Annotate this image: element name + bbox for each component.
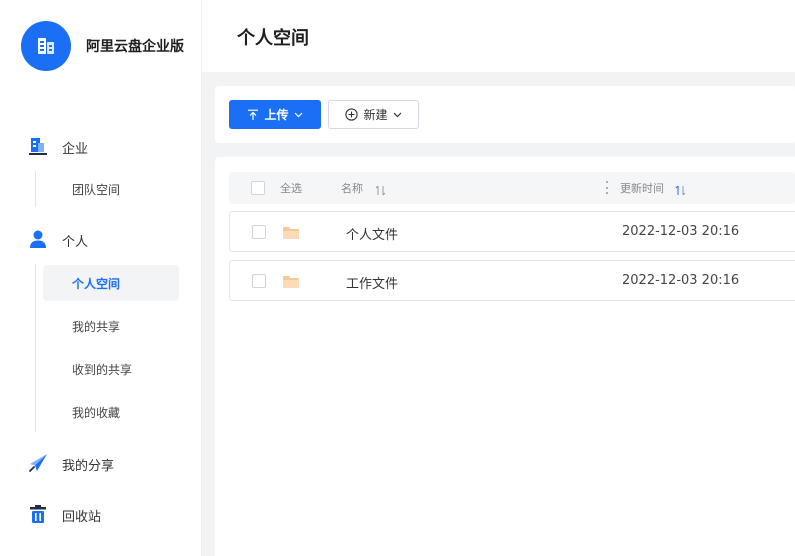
nav-group-my-share[interactable]: 我的分享 — [0, 448, 202, 478]
sidebar-item-label: 个人空间 — [72, 277, 121, 291]
brand[interactable]: 阿里云盘企业版 — [21, 21, 184, 71]
nav-group-personal[interactable]: 个人 — [0, 224, 202, 254]
plus-circle-icon — [345, 108, 359, 121]
sort-icon[interactable] — [375, 181, 386, 200]
sidebar-item-received-shares[interactable]: 收到的共享 — [43, 351, 179, 387]
sidebar-item-label: 团队空间 — [72, 183, 121, 197]
file-modified-time: 2022-12-03 20:16 — [622, 273, 740, 288]
enterprise-building-icon — [28, 136, 48, 156]
new-button[interactable]: 新建 — [328, 100, 419, 129]
person-icon — [28, 229, 48, 249]
upload-button[interactable]: 上传 — [229, 100, 321, 129]
column-header-modified[interactable]: 更新时间 — [620, 180, 664, 196]
toolbar: 上传 新建 — [215, 86, 795, 143]
page-title: 个人空间 — [237, 28, 309, 49]
sidebar-item-my-shares[interactable]: 我的共享 — [43, 308, 179, 344]
column-header-name[interactable]: 名称 — [341, 180, 363, 196]
nav-group-recycle-bin[interactable]: 回收站 — [0, 499, 202, 529]
sidebar-item-label: 我的收藏 — [72, 406, 121, 420]
folder-icon — [282, 274, 300, 293]
sort-active-icon[interactable] — [675, 181, 686, 200]
sidebar-item-label: 我的共享 — [72, 320, 121, 334]
nav-group-label: 我的分享 — [62, 459, 115, 474]
sidebar: 阿里云盘企业版 企业 团队空间 个人 个人空间 我的共享 收到的共享 我的收藏 … — [0, 0, 202, 556]
file-name[interactable]: 个人文件 — [346, 224, 398, 243]
chevron-down-icon — [393, 112, 401, 117]
file-name[interactable]: 工作文件 — [346, 273, 398, 292]
select-all-label: 全选 — [280, 182, 302, 195]
folder-icon — [282, 225, 300, 244]
sidebar-item-team-space[interactable]: 团队空间 — [43, 171, 179, 207]
file-list-panel: 全选 名称 更新时间 个人文件 2022-12-03 20:16 工作文件 20… — [215, 157, 795, 556]
brand-logo-icon — [21, 21, 71, 71]
trash-bin-icon — [28, 504, 48, 524]
sidebar-item-favorites[interactable]: 我的收藏 — [43, 394, 179, 430]
upload-arrow-icon — [248, 109, 259, 120]
file-modified-time: 2022-12-03 20:16 — [622, 224, 740, 239]
page-header: 个人空间 — [202, 0, 795, 72]
table-row[interactable]: 个人文件 2022-12-03 20:16 — [229, 211, 795, 252]
upload-button-label: 上传 — [264, 108, 289, 122]
brand-name: 阿里云盘企业版 — [86, 39, 184, 55]
table-row[interactable]: 工作文件 2022-12-03 20:16 — [229, 260, 795, 301]
sidebar-item-label: 收到的共享 — [72, 363, 133, 377]
column-resize-handle[interactable] — [605, 181, 608, 194]
nav-group-label: 企业 — [62, 142, 89, 157]
table-header: 全选 名称 更新时间 — [229, 172, 795, 204]
nav-group-label: 个人 — [62, 235, 89, 250]
row-checkbox[interactable] — [252, 225, 266, 239]
nav-group-enterprise[interactable]: 企业 — [0, 131, 202, 161]
tree-line — [35, 264, 36, 432]
select-all-checkbox[interactable] — [251, 181, 265, 195]
tree-line — [35, 171, 36, 207]
sidebar-item-personal-space[interactable]: 个人空间 — [43, 265, 179, 301]
row-checkbox[interactable] — [252, 274, 266, 288]
chevron-down-icon — [294, 112, 302, 117]
new-button-label: 新建 — [363, 108, 388, 122]
paper-plane-icon — [28, 453, 48, 473]
nav-group-label: 回收站 — [62, 510, 102, 525]
